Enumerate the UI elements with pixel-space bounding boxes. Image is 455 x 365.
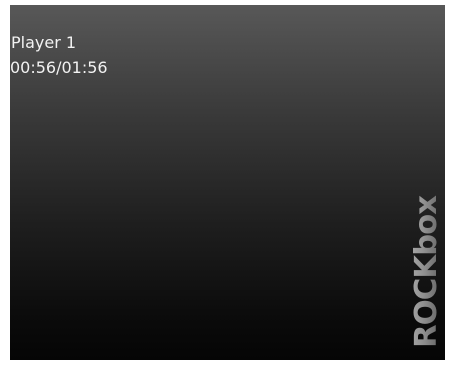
track-title: Player 1 xyxy=(11,33,77,52)
rockbox-logo-icon: ROCKbox xyxy=(400,194,445,349)
time-readout: 00:56/01:56 xyxy=(10,58,108,77)
device-frame: Player 1 00:56/01:56 ROCKbox xyxy=(0,0,455,365)
player-screen: Player 1 00:56/01:56 ROCKbox xyxy=(10,5,445,360)
svg-text:ROCKbox: ROCKbox xyxy=(409,195,444,348)
